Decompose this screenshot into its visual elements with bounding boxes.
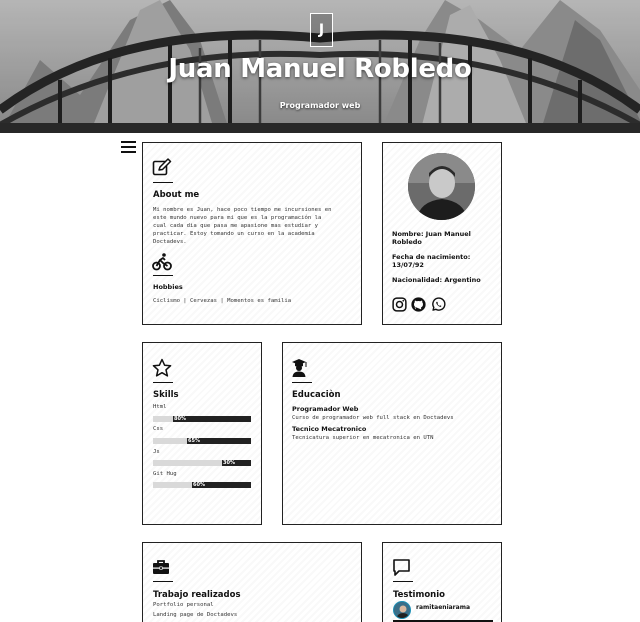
- about-text-line: Mi nombre es Juan, hace poco tiempo me i…: [153, 207, 332, 213]
- avatar: [408, 153, 475, 220]
- skill-bar: 65%: [153, 438, 251, 444]
- education-item-desc: Curso de programador web full stack en D…: [292, 415, 454, 421]
- profile-name: Nombre: Juan Manuel: [392, 230, 471, 238]
- graduate-icon: [292, 359, 307, 377]
- works-divider: [153, 581, 173, 582]
- testimony-user: ramitaeniarama: [416, 604, 470, 611]
- testimony-avatar: [393, 601, 411, 619]
- about-divider: [153, 182, 173, 183]
- profile-birth-label: Fecha de nacimiento:: [392, 253, 471, 261]
- profile-name-cont: Robledo: [392, 238, 422, 246]
- skill-bar-track: [153, 416, 173, 422]
- skill-bar-track: [153, 460, 222, 466]
- instagram-icon[interactable]: [392, 297, 407, 312]
- education-item-desc: Tecnicatura superior en mecatronica en U…: [292, 435, 434, 441]
- pencil-square-icon: [152, 158, 172, 176]
- briefcase-icon: [153, 560, 169, 574]
- profile-birth-value: 13/07/92: [392, 261, 424, 269]
- skill-percent: 65%: [188, 437, 200, 444]
- works-title: Trabajo realizados: [153, 590, 241, 600]
- skill-name: Html: [153, 404, 167, 410]
- profile-nationality: Nacionalidad: Argentino: [392, 276, 481, 284]
- hero-subtitle: Programador web: [279, 101, 361, 110]
- skill-name: Git Hug: [153, 471, 177, 477]
- skill-bar-track: [153, 438, 187, 444]
- hero-banner: J Juan Manuel Robledo Programador web: [0, 0, 640, 133]
- speech-bubble-icon: [393, 559, 410, 576]
- whatsapp-icon[interactable]: [431, 297, 446, 312]
- hamburger-menu-icon[interactable]: [121, 141, 136, 155]
- hobbies-text: Ciclismo | Cervezas | Momentos es famili…: [153, 298, 292, 304]
- education-title: Educaciòn: [292, 390, 341, 400]
- works-item: Landing page de Doctadevs: [153, 612, 238, 618]
- testimony-title: Testimonio: [393, 590, 445, 600]
- skill-percent: 60%: [193, 481, 205, 488]
- about-title: About me: [153, 190, 200, 200]
- about-text-line: este mundo nuevo para mi que es la progr…: [153, 215, 322, 221]
- works-item: Portfolio personal: [153, 602, 214, 608]
- bicycle-rider-icon: [152, 253, 172, 271]
- skill-bar-track: [153, 482, 192, 488]
- skill-bar: 30%: [153, 460, 251, 466]
- skill-percent: 80%: [174, 415, 186, 422]
- skill-bar: 80%: [153, 416, 251, 422]
- skills-divider: [153, 382, 173, 383]
- education-item-title: Tecnico Mecatronico: [292, 425, 367, 433]
- hobbies-title: Hobbies: [153, 283, 183, 291]
- education-divider: [292, 382, 312, 383]
- github-icon[interactable]: [411, 297, 426, 312]
- about-text-line: practicar. Estoy tomando un curso en la …: [153, 231, 315, 237]
- about-text-line: cual cada dia que pasa me apasione mas e…: [153, 223, 319, 229]
- works-card: [142, 542, 362, 622]
- hero-title: Juan Manuel Robledo: [168, 54, 472, 84]
- education-item-title: Programador Web: [292, 405, 359, 413]
- logo-monogram[interactable]: J: [310, 13, 333, 47]
- skills-title: Skills: [153, 390, 179, 400]
- about-text-line: Doctadevs.: [153, 239, 187, 245]
- testimony-underline: [393, 620, 493, 622]
- skill-percent: 30%: [223, 459, 235, 466]
- testimony-divider: [393, 581, 413, 582]
- star-outline-icon: [152, 358, 172, 377]
- skill-name: Js: [153, 449, 160, 455]
- hobbies-divider: [153, 275, 173, 276]
- skill-bar: 60%: [153, 482, 251, 488]
- skill-name: Css: [153, 426, 164, 432]
